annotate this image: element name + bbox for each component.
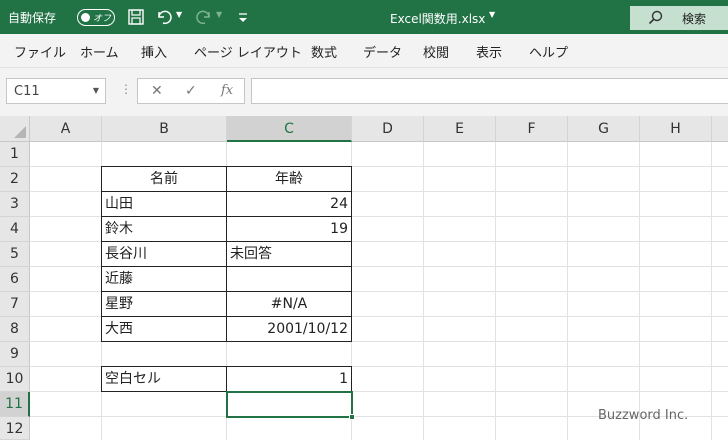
search-label: 検索 <box>682 12 707 26</box>
column-header-c[interactable]: C <box>227 116 352 142</box>
insert-function-icon[interactable]: fx <box>221 83 233 98</box>
tab-data[interactable]: データ <box>363 42 402 61</box>
cell-b5[interactable]: 長谷川 <box>101 241 227 267</box>
column-header-h[interactable]: H <box>640 116 712 142</box>
row-header-10[interactable]: 10 <box>0 367 30 392</box>
column-header-g[interactable]: G <box>568 116 640 142</box>
column-header-f[interactable]: F <box>496 116 568 142</box>
search-box[interactable]: 検索 <box>630 6 728 30</box>
formula-input[interactable] <box>251 78 728 104</box>
fill-handle[interactable] <box>349 414 355 420</box>
cell-b7[interactable]: 星野 <box>101 291 227 317</box>
autosave-toggle[interactable]: オフ <box>77 9 115 26</box>
cell-c7[interactable]: #N/A <box>226 291 352 317</box>
select-all-icon <box>14 126 26 138</box>
autosave-label: 自動保存 <box>8 11 57 25</box>
column-header-d[interactable]: D <box>352 116 424 142</box>
undo-dropdown-icon[interactable]: ▼ <box>176 10 182 19</box>
tab-page-layout[interactable]: ページ レイアウト <box>194 42 302 61</box>
active-cell-c11[interactable] <box>226 391 355 420</box>
toggle-knob <box>81 13 90 22</box>
more-options-icon[interactable]: ⋮ <box>120 82 132 96</box>
tab-insert[interactable]: 挿入 <box>141 42 167 61</box>
undo-icon[interactable] <box>155 8 173 26</box>
search-icon <box>648 10 663 25</box>
row-header-2[interactable]: 2 <box>0 167 30 192</box>
title-dropdown-icon[interactable]: ▼ <box>489 10 495 19</box>
save-icon[interactable] <box>127 8 145 26</box>
cell-b6[interactable]: 近藤 <box>101 266 227 292</box>
select-all-button[interactable] <box>0 116 30 142</box>
cell-c10[interactable]: 1 <box>226 366 352 392</box>
column-header-i[interactable] <box>712 116 728 142</box>
column-header-e[interactable]: E <box>424 116 496 142</box>
row-header-3[interactable]: 3 <box>0 192 30 217</box>
enter-icon[interactable]: ✓ <box>185 83 197 99</box>
tab-formulas[interactable]: 数式 <box>311 42 337 61</box>
tab-view[interactable]: 表示 <box>476 42 502 61</box>
cell-b10[interactable]: 空白セル <box>101 366 227 392</box>
row-header-9[interactable]: 9 <box>0 342 30 367</box>
row-header-12[interactable]: 12 <box>0 417 30 440</box>
row-header-6[interactable]: 6 <box>0 267 30 292</box>
cell-c4[interactable]: 19 <box>226 216 352 242</box>
tab-home[interactable]: ホーム <box>80 42 119 61</box>
tab-file[interactable]: ファイル <box>14 42 66 61</box>
name-box[interactable]: C11 ▼ <box>6 78 106 104</box>
cell-b2[interactable]: 名前 <box>101 166 227 192</box>
watermark: Buzzword Inc. <box>598 408 689 423</box>
formula-buttons: ✕ ✓ fx <box>137 78 245 104</box>
name-box-value: C11 <box>14 84 40 99</box>
document-title[interactable]: Excel関数用.xlsx <box>390 10 485 27</box>
tab-help[interactable]: ヘルプ <box>529 42 568 61</box>
row-header-11[interactable]: 11 <box>0 392 30 417</box>
name-box-dropdown-icon[interactable]: ▼ <box>93 86 99 95</box>
redo-icon <box>196 10 210 25</box>
cancel-icon[interactable]: ✕ <box>151 83 163 99</box>
row-header-1[interactable]: 1 <box>0 142 30 167</box>
cell-b4[interactable]: 鈴木 <box>101 216 227 242</box>
cell-c2[interactable]: 年齢 <box>226 166 352 192</box>
column-header-b[interactable]: B <box>102 116 227 142</box>
title-bar: 自動保存 オフ ▼ ▼ Excel関数用.xlsx ▼ 検索 <box>0 0 728 34</box>
cell-b8[interactable]: 大西 <box>101 316 227 342</box>
cell-c5[interactable]: 未回答 <box>226 241 352 267</box>
worksheet: A B C D E F G H 1 2 3 4 5 6 7 8 9 10 11 … <box>0 116 728 440</box>
row-header-7[interactable]: 7 <box>0 292 30 317</box>
cell-c3[interactable]: 24 <box>226 191 352 217</box>
column-header-a[interactable]: A <box>30 116 102 142</box>
cell-b3[interactable]: 山田 <box>101 191 227 217</box>
autosave-state: オフ <box>93 14 112 24</box>
ribbon-tabs: ファイル ホーム 挿入 ページ レイアウト 数式 データ 校閲 表示 ヘルプ <box>0 34 728 68</box>
row-header-4[interactable]: 4 <box>0 217 30 242</box>
cell-c6[interactable] <box>226 266 352 292</box>
redo-dropdown-icon: ▼ <box>216 10 223 19</box>
tab-review[interactable]: 校閲 <box>423 42 449 61</box>
customize-toolbar-icon[interactable] <box>234 8 252 26</box>
row-header-8[interactable]: 8 <box>0 317 30 342</box>
row-header-5[interactable]: 5 <box>0 242 30 267</box>
cell-c8[interactable]: 2001/10/12 <box>226 316 352 342</box>
formula-bar: C11 ▼ ⋮ ✕ ✓ fx <box>0 68 728 116</box>
